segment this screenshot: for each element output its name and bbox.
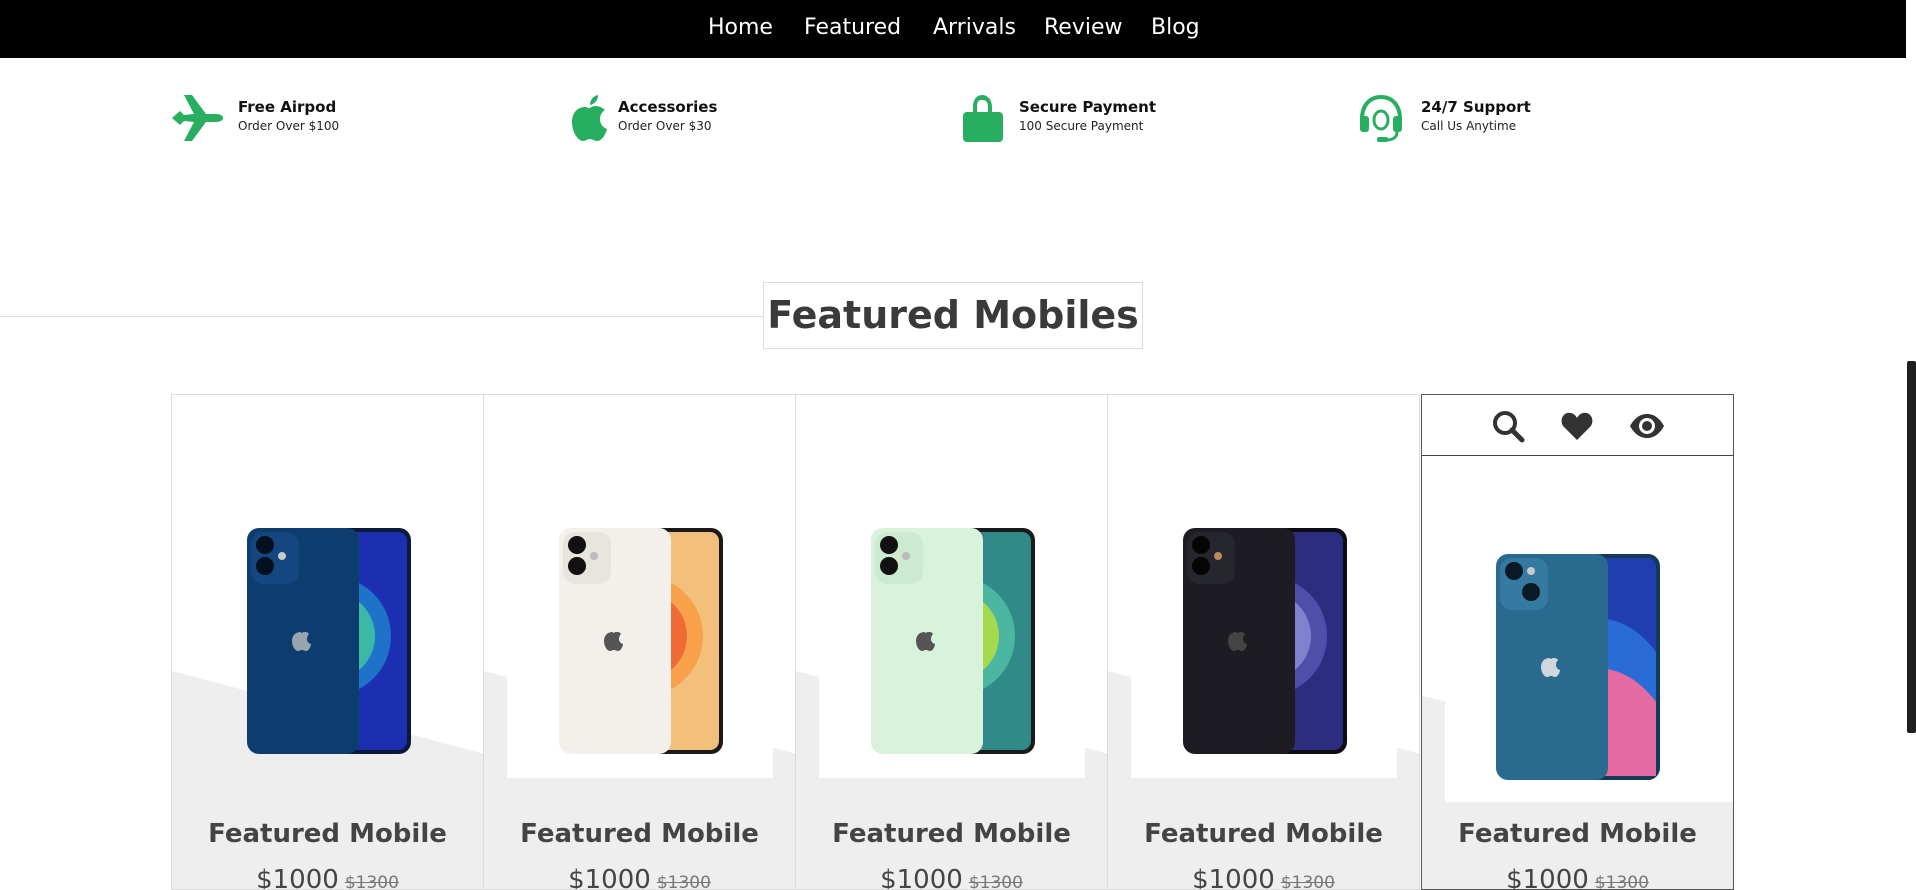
- product-price: $1000 $1300: [796, 865, 1107, 890]
- feature-subtitle: Order Over $30: [618, 119, 712, 133]
- price-current: $1000: [1192, 865, 1275, 890]
- scrollbar-thumb[interactable]: [1907, 361, 1916, 733]
- phone-image: [247, 528, 411, 754]
- price-old: $1300: [968, 873, 1023, 890]
- phone-image: [559, 528, 723, 754]
- product-price: $1000 $1300: [172, 865, 483, 890]
- product-card[interactable]: Featured Mobile $1000 $1300: [795, 394, 1108, 890]
- product-card[interactable]: Featured Mobile $1000 $1300: [1107, 394, 1420, 890]
- price-current: $1000: [1506, 865, 1589, 890]
- product-price: $1000 $1300: [484, 865, 795, 890]
- product-card[interactable]: Featured Mobile $1000 $1300: [171, 394, 484, 890]
- heading-divider: [0, 316, 764, 317]
- product-title: Featured Mobile: [208, 819, 447, 849]
- feature-subtitle: 100 Secure Payment: [1019, 119, 1144, 133]
- nav-blog-link[interactable]: Blog: [1151, 13, 1200, 43]
- headset-icon: [1360, 94, 1402, 142]
- price-old: $1300: [1280, 873, 1335, 890]
- nav-arrivals-link[interactable]: Arrivals: [933, 13, 1016, 43]
- feature-title: Accessories: [618, 98, 718, 116]
- phone-image: [1496, 554, 1660, 780]
- product-card[interactable]: Featured Mobile $1000 $1300: [1421, 394, 1734, 890]
- search-icon[interactable]: [1491, 409, 1525, 443]
- feature-title: 24/7 Support: [1421, 98, 1531, 116]
- phone-image: [1183, 528, 1347, 754]
- product-title: Featured Mobile: [1458, 819, 1697, 849]
- product-price: $1000 $1300: [1422, 865, 1733, 890]
- product-image[interactable]: [819, 446, 1085, 778]
- price-old: $1300: [656, 873, 711, 890]
- feature-title: Free Airpod: [238, 98, 337, 116]
- eye-icon[interactable]: [1629, 409, 1665, 443]
- section-heading: Featured Mobiles: [767, 293, 1139, 337]
- phone-image: [871, 528, 1035, 754]
- product-title: Featured Mobile: [832, 819, 1071, 849]
- product-image[interactable]: [1445, 472, 1733, 802]
- price-current: $1000: [880, 865, 963, 890]
- card-action-bar: [1422, 395, 1733, 456]
- nav-review-link[interactable]: Review: [1044, 13, 1123, 43]
- apple-icon: [572, 95, 607, 141]
- product-image[interactable]: [507, 446, 773, 778]
- feature-subtitle: Call Us Anytime: [1421, 119, 1517, 133]
- product-image[interactable]: [1131, 446, 1397, 778]
- nav-home-link[interactable]: Home: [708, 13, 773, 43]
- product-image[interactable]: [172, 395, 483, 889]
- plane-icon: [172, 95, 223, 141]
- product-title: Featured Mobile: [1144, 819, 1383, 849]
- feature-title: Secure Payment: [1019, 98, 1157, 116]
- section-heading-box: Featured Mobiles: [763, 282, 1143, 349]
- top-navbar: Home Featured Arrivals Review Blog: [0, 0, 1906, 58]
- feature-accessories: Accessories Order Over $30: [565, 93, 865, 143]
- price-old: $1300: [1594, 873, 1649, 890]
- heart-icon[interactable]: [1560, 409, 1594, 443]
- price-current: $1000: [256, 865, 339, 890]
- product-card[interactable]: Featured Mobile $1000 $1300: [483, 394, 796, 890]
- nav-featured-link[interactable]: Featured: [804, 13, 901, 43]
- price-current: $1000: [568, 865, 651, 890]
- price-old: $1300: [344, 873, 399, 890]
- feature-secure-payment: Secure Payment 100 Secure Payment: [962, 93, 1262, 143]
- lock-icon: [963, 95, 1003, 142]
- feature-support: 24/7 Support Call Us Anytime: [1358, 93, 1658, 143]
- product-price: $1000 $1300: [1108, 865, 1419, 890]
- product-title: Featured Mobile: [520, 819, 759, 849]
- feature-free-airpod: Free Airpod Order Over $100: [170, 93, 470, 143]
- feature-subtitle: Order Over $100: [238, 119, 340, 133]
